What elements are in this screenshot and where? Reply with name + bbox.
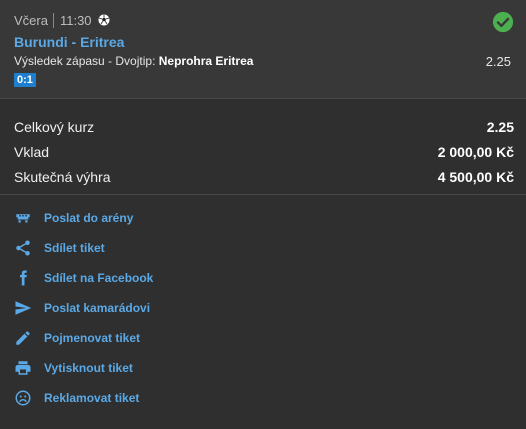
sad-face-icon	[14, 389, 32, 407]
pick-description: Výsledek zápasu - Dvojtip: Neprohra Erit…	[14, 54, 253, 70]
match-meta: Včera 11:30	[14, 11, 514, 29]
match-teams[interactable]: Burundi - Eritrea	[14, 34, 514, 51]
pick-row: Výsledek zápasu - Dvojtip: Neprohra Erit…	[14, 54, 514, 70]
total-odds-value: 2.25	[486, 118, 514, 135]
selection-label: Neprohra Eritrea	[158, 54, 254, 68]
match-time: 11:30	[59, 12, 92, 28]
pick-odd: 2.25	[485, 54, 511, 69]
action-label: Poslat do arény	[44, 211, 134, 225]
action-label: Poslat kamarádovi	[44, 301, 151, 315]
check-circle-icon	[492, 11, 514, 33]
soccer-ball-icon	[98, 14, 110, 26]
print-ticket-button[interactable]: Vytisknout tiket	[14, 353, 526, 383]
match-card: Včera 11:30 Burundi - Eritrea Výsledek z…	[0, 0, 526, 99]
send-to-friend-button[interactable]: Poslat kamarádovi	[14, 293, 526, 323]
action-label: Vytisknout tiket	[44, 361, 133, 375]
action-label: Sdílet tiket	[44, 241, 105, 255]
facebook-icon	[14, 269, 32, 287]
total-odds-label: Celkový kurz	[14, 118, 95, 135]
stake-value: 2 000,00 Kč	[437, 143, 514, 160]
send-to-arena-button[interactable]: Poslat do arény	[14, 203, 526, 233]
ticket-detail: Včera 11:30 Burundi - Eritrea Výsledek z…	[0, 0, 526, 429]
share-ticket-button[interactable]: Sdílet tiket	[14, 233, 526, 263]
ticket-actions: Poslat do arény Sdílet tiket Sdílet na F…	[0, 195, 526, 413]
match-day: Včera	[14, 12, 48, 28]
ticket-summary: Celkový kurz 2.25 Vklad 2 000,00 Kč Skut…	[0, 99, 526, 195]
win-value: 4 500,00 Kč	[437, 168, 514, 185]
action-label: Sdílet na Facebook	[44, 271, 154, 285]
stake-row: Vklad 2 000,00 Kč	[14, 139, 514, 164]
share-icon	[14, 239, 32, 257]
stake-label: Vklad	[14, 143, 50, 160]
printer-icon	[14, 359, 32, 377]
meta-divider	[52, 12, 54, 28]
market-label: Výsledek zápasu - Dvojtip:	[14, 54, 159, 68]
pencil-icon	[14, 329, 32, 347]
score-badge: 0:1	[14, 73, 36, 87]
send-icon	[14, 299, 32, 317]
complain-ticket-button[interactable]: Reklamovat tiket	[14, 383, 526, 413]
share-facebook-button[interactable]: Sdílet na Facebook	[14, 263, 526, 293]
rename-ticket-button[interactable]: Pojmenovat tiket	[14, 323, 526, 353]
arena-icon	[14, 209, 32, 227]
win-label: Skutečná výhra	[14, 168, 111, 185]
action-label: Reklamovat tiket	[44, 391, 140, 405]
action-label: Pojmenovat tiket	[44, 331, 141, 345]
total-odds-row: Celkový kurz 2.25	[14, 114, 514, 139]
win-row: Skutečná výhra 4 500,00 Kč	[14, 164, 514, 189]
